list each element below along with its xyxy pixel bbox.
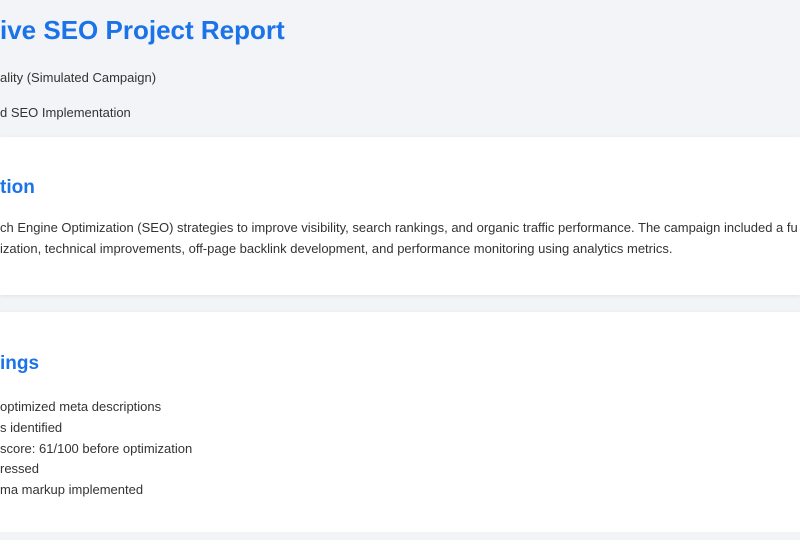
introduction-heading: tion	[0, 177, 35, 198]
list-item: optimized meta descriptions	[0, 399, 162, 414]
introduction-card: tion ch Engine Optimization (SEO) strate…	[0, 137, 800, 295]
report-subtitle: ality (Simulated Campaign)	[0, 70, 157, 85]
report-focus: d SEO Implementation	[0, 105, 131, 120]
introduction-line: ization, technical improvements, off-pag…	[0, 241, 673, 256]
list-item: ma markup implemented	[0, 482, 144, 498]
findings-list: optimized meta descriptions s identified…	[0, 397, 192, 501]
report-header: ive SEO Project Report ality (Simulated …	[0, 0, 800, 136]
list-item: s identified	[0, 419, 63, 435]
list-item: score: 61/100 before optimization	[0, 440, 193, 456]
introduction-line: ch Engine Optimization (SEO) strategies …	[0, 220, 798, 235]
page-title: ive SEO Project Report	[0, 15, 285, 45]
report-page: ive SEO Project Report ality (Simulated …	[0, 0, 800, 540]
findings-heading: ings	[0, 353, 40, 374]
list-item: ressed	[0, 461, 40, 477]
findings-card: ings optimized meta descriptions s ident…	[0, 312, 800, 532]
page-background-strip	[0, 532, 800, 540]
introduction-text: ch Engine Optimization (SEO) strategies …	[0, 217, 800, 259]
